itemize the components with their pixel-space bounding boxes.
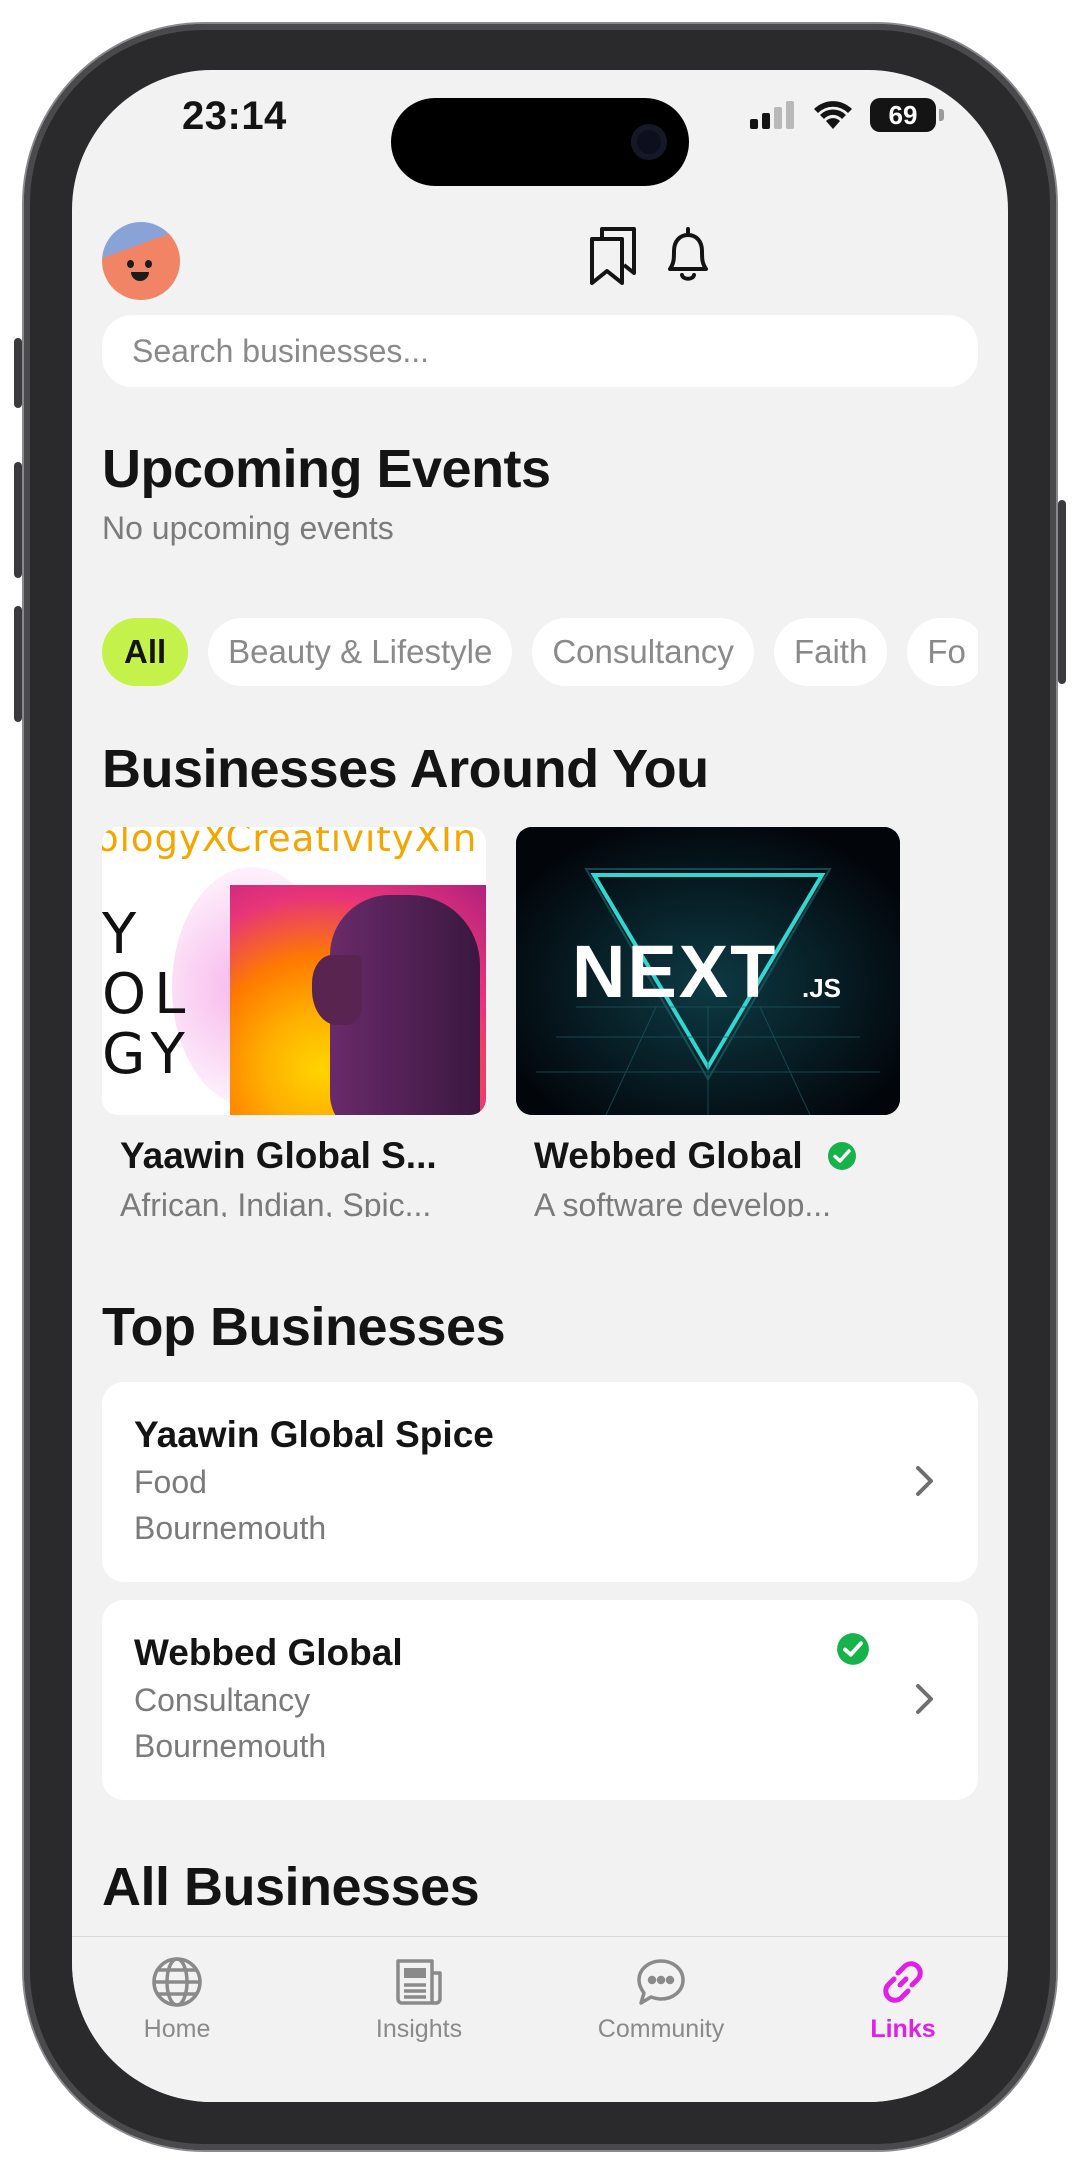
image-letters: Y xyxy=(102,902,145,967)
business-category: Consultancy xyxy=(134,1682,311,1718)
avatar[interactable] xyxy=(102,222,180,300)
chat-bubble-icon xyxy=(637,1959,685,2005)
top-business-item[interactable]: Webbed Global Consultancy Bournemouth xyxy=(102,1600,978,1800)
chevron-right-icon xyxy=(916,1684,933,1714)
chip-all[interactable]: All xyxy=(102,618,189,686)
app-screen: 23:14 69 Upcoming Eve xyxy=(72,70,1008,2102)
link-icon xyxy=(883,1961,923,2003)
top-business-item[interactable]: Yaawin Global Spice Food Bournemouth xyxy=(102,1382,978,1582)
no-events-text: No upcoming events xyxy=(102,510,394,546)
tab-insights[interactable]: Insights xyxy=(319,1955,519,2044)
tab-label: Insights xyxy=(375,2015,463,2043)
tab-label: Home xyxy=(143,2015,211,2043)
tab-links[interactable]: Links xyxy=(803,1955,1003,2044)
tab-home[interactable]: Home xyxy=(77,1955,277,2044)
action-button xyxy=(14,338,22,408)
image-letters: GY xyxy=(102,1022,193,1087)
bell-icon[interactable] xyxy=(658,220,718,290)
tab-label: Links xyxy=(870,2015,936,2043)
power-button xyxy=(1058,500,1066,684)
battery-indicator: 69 xyxy=(870,98,944,132)
upcoming-events-title: Upcoming Events xyxy=(102,439,551,499)
business-name: Webbed Global xyxy=(134,1632,403,1673)
wifi-icon xyxy=(814,101,852,129)
newspaper-icon xyxy=(396,1959,442,2005)
business-description: African, Indian, Spic... xyxy=(120,1187,432,1217)
chip-consultancy[interactable]: Consultancy xyxy=(532,618,754,686)
top-businesses-title: Top Businesses xyxy=(102,1297,506,1357)
business-image: ologyXCreativityXIn Y OL GY xyxy=(102,827,486,1115)
dynamic-island xyxy=(391,98,689,186)
cellular-signal-icon xyxy=(750,101,794,129)
tab-label: Community xyxy=(597,2015,725,2043)
tab-community[interactable]: Community xyxy=(561,1955,761,2044)
image-tagline: ologyXCreativityXIn xyxy=(102,827,478,860)
bookmarks-icon[interactable] xyxy=(584,220,644,290)
bottom-tab-bar: Home Insights Community Links xyxy=(72,1936,1008,2102)
status-time: 23:14 xyxy=(182,94,287,138)
business-card[interactable]: NEXT .JS Webbed Global A software develo… xyxy=(516,827,900,1217)
portrait-photo xyxy=(230,885,486,1115)
business-location: Bournemouth xyxy=(134,1728,327,1764)
volume-down-button xyxy=(14,606,22,722)
category-filter: All Beauty & Lifestyle Consultancy Faith… xyxy=(102,618,978,688)
business-card[interactable]: ologyXCreativityXIn Y OL GY Yaawin Globa… xyxy=(102,827,486,1217)
globe-icon xyxy=(152,1957,202,2007)
nextjs-logo-text: NEXT xyxy=(572,930,777,1013)
nextjs-logo-suffix: .JS xyxy=(802,973,841,1003)
verified-icon xyxy=(837,1633,869,1665)
business-name: Webbed Global xyxy=(516,1135,900,1177)
businesses-carousel: ologyXCreativityXIn Y OL GY Yaawin Globa… xyxy=(102,827,1008,1217)
business-name: Yaawin Global Spice xyxy=(134,1414,494,1455)
search-input[interactable] xyxy=(102,315,978,387)
verified-icon xyxy=(827,1142,856,1170)
status-indicators: 69 xyxy=(750,98,944,132)
business-category: Food xyxy=(134,1464,207,1500)
chip-faith[interactable]: Faith xyxy=(773,618,888,686)
all-businesses-title: All Businesses xyxy=(102,1857,480,1917)
businesses-around-you-title: Businesses Around You xyxy=(102,739,709,799)
chip-food[interactable]: Fo xyxy=(907,618,978,686)
business-description: A software develop... xyxy=(534,1187,832,1217)
business-location: Bournemouth xyxy=(134,1510,327,1546)
chip-beauty-lifestyle[interactable]: Beauty & Lifestyle xyxy=(208,618,513,686)
business-image: NEXT .JS xyxy=(516,827,900,1115)
volume-up-button xyxy=(14,462,22,578)
chevron-right-icon xyxy=(916,1466,933,1496)
business-name: Yaawin Global S... xyxy=(120,1135,437,1176)
image-letters: OL xyxy=(102,962,194,1027)
